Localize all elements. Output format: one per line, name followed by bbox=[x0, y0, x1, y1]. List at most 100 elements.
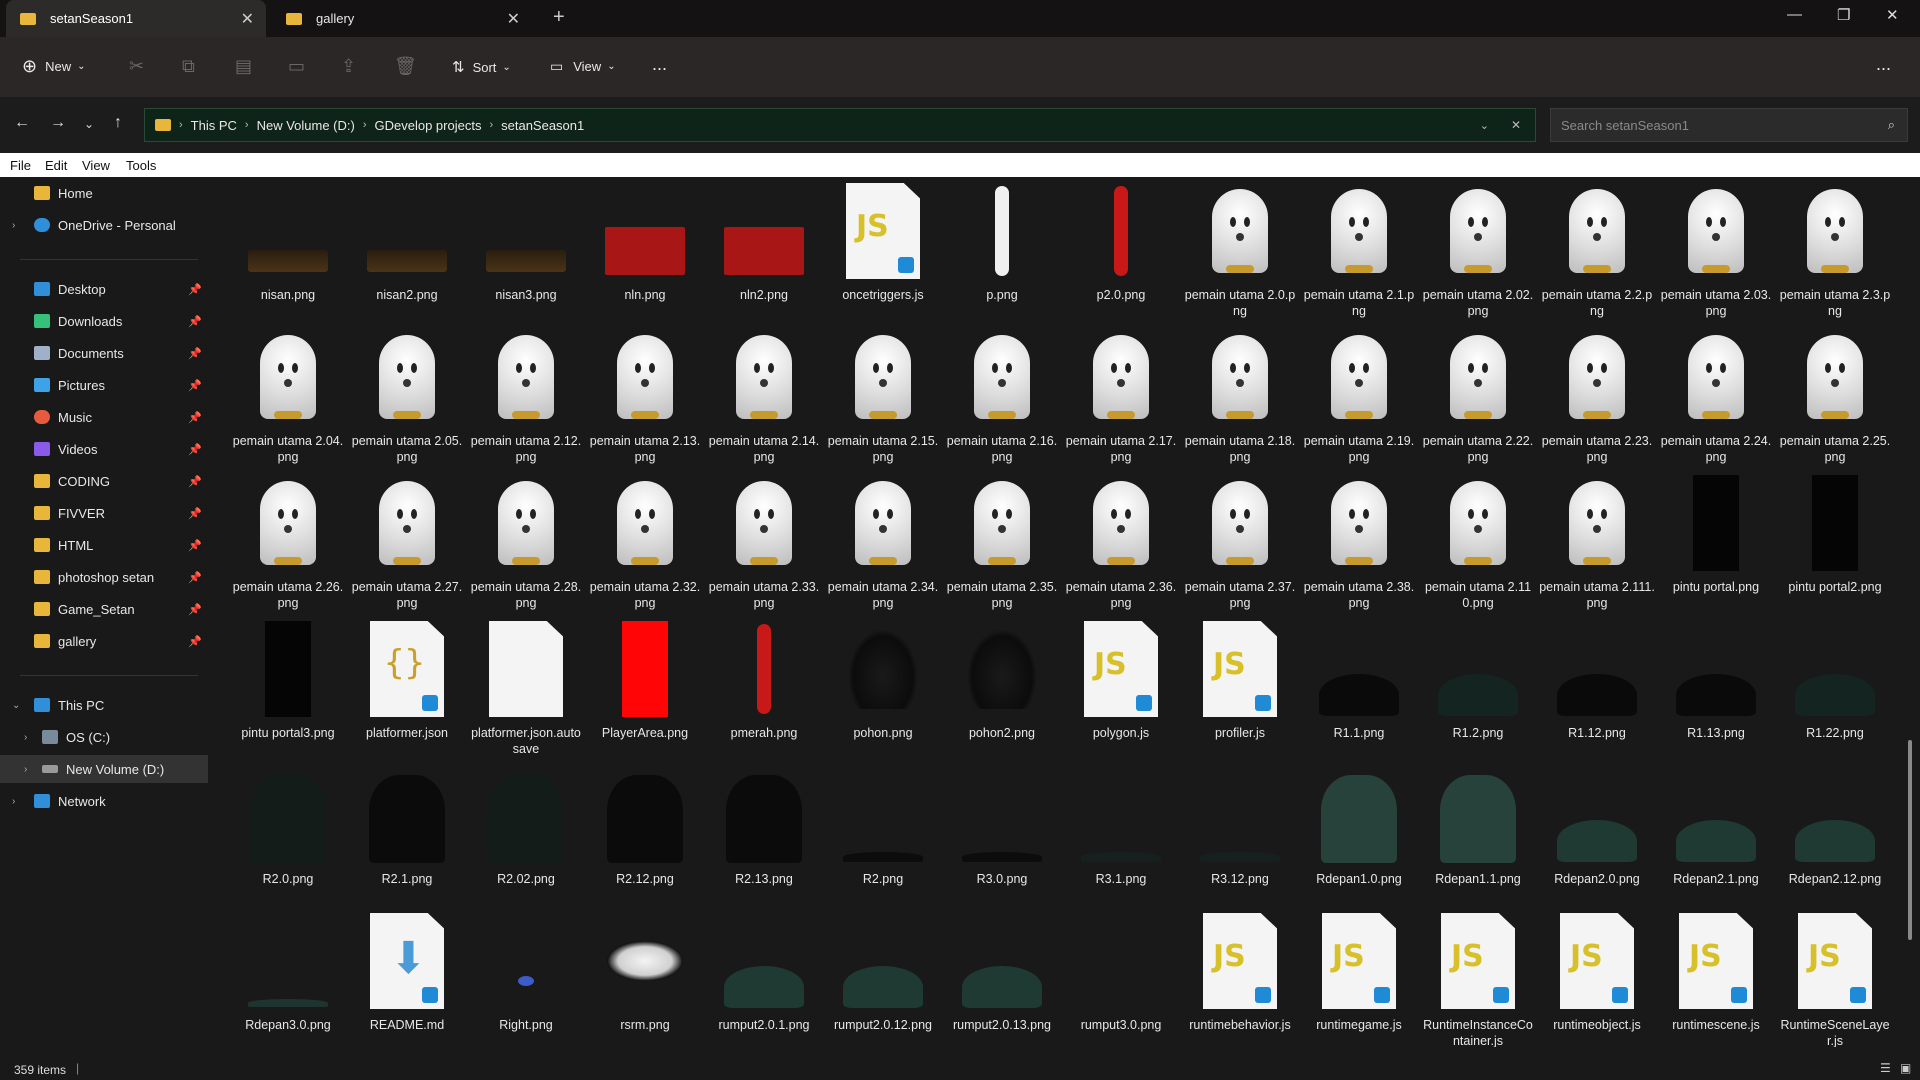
file-item[interactable]: JS runtimebehavior.js bbox=[1182, 911, 1298, 1047]
forward-arrow-icon[interactable]: → bbox=[50, 114, 66, 132]
file-item[interactable]: pemain utama 2.26.png bbox=[230, 473, 346, 615]
clear-address-icon[interactable]: ✕ bbox=[1511, 118, 1521, 132]
pin-icon[interactable]: 📌 bbox=[188, 283, 202, 296]
pin-icon[interactable]: 📌 bbox=[188, 571, 202, 584]
minimize-button[interactable]: — bbox=[1787, 6, 1802, 23]
file-item[interactable]: PlayerArea.png bbox=[587, 619, 703, 761]
file-item[interactable]: JS polygon.js bbox=[1063, 619, 1179, 761]
pin-icon[interactable]: 📌 bbox=[188, 379, 202, 392]
file-item[interactable]: rsrm.png bbox=[587, 911, 703, 1047]
file-item[interactable]: p.png bbox=[944, 181, 1060, 323]
sidebar-item-pictures[interactable]: Pictures 📌 bbox=[0, 371, 208, 399]
sidebar-item-game-setan[interactable]: Game_Setan 📌 bbox=[0, 595, 208, 623]
file-item[interactable]: R1.1.png bbox=[1301, 619, 1417, 761]
more-options-button[interactable]: ... bbox=[652, 54, 667, 75]
sidebar-item-photoshop-setan[interactable]: photoshop setan 📌 bbox=[0, 563, 208, 591]
up-arrow-icon[interactable]: ↑ bbox=[114, 114, 122, 132]
file-item[interactable]: pohon.png bbox=[825, 619, 941, 761]
menu-edit[interactable]: Edit bbox=[45, 158, 67, 173]
file-item[interactable]: pemain utama 2.24.png bbox=[1658, 327, 1774, 469]
file-item[interactable]: pemain utama 2.12.png bbox=[468, 327, 584, 469]
file-item[interactable]: pemain utama 2.32.png bbox=[587, 473, 703, 615]
file-item[interactable]: JS oncetriggers.js bbox=[825, 181, 941, 323]
sidebar-item-desktop[interactable]: Desktop 📌 bbox=[0, 275, 208, 303]
file-item[interactable]: Rdepan3.0.png bbox=[230, 911, 346, 1047]
file-item[interactable]: pemain utama 2.14.png bbox=[706, 327, 822, 469]
file-item[interactable]: Rdepan1.1.png bbox=[1420, 765, 1536, 907]
breadcrumb-new-volume[interactable]: New Volume (D:) bbox=[257, 118, 355, 133]
file-item[interactable]: pemain utama 2.111.png bbox=[1539, 473, 1655, 615]
file-item[interactable]: pintu portal2.png bbox=[1777, 473, 1893, 615]
sidebar-item-documents[interactable]: Documents 📌 bbox=[0, 339, 208, 367]
file-item[interactable]: R3.0.png bbox=[944, 765, 1060, 907]
search-input[interactable]: Search setanSeason1 ⌕ bbox=[1550, 108, 1908, 142]
tab-setanseason1[interactable]: setanSeason1 ✕ bbox=[6, 0, 266, 37]
close-icon[interactable]: ✕ bbox=[241, 9, 254, 29]
menu-file[interactable]: File bbox=[10, 158, 31, 173]
file-item[interactable]: JS runtimegame.js bbox=[1301, 911, 1417, 1047]
details-more-button[interactable]: ... bbox=[1876, 54, 1891, 75]
file-item[interactable]: nln.png bbox=[587, 181, 703, 323]
file-item[interactable]: pemain utama 2.2.png bbox=[1539, 181, 1655, 323]
file-item[interactable]: R2.12.png bbox=[587, 765, 703, 907]
sidebar-item-music[interactable]: Music 📌 bbox=[0, 403, 208, 431]
file-item[interactable]: pemain utama 2.15.png bbox=[825, 327, 941, 469]
chevron-down-icon[interactable]: ⌄ bbox=[1480, 119, 1489, 132]
file-item[interactable]: R2.13.png bbox=[706, 765, 822, 907]
file-item[interactable]: pemain utama 2.05.png bbox=[349, 327, 465, 469]
breadcrumb-this-pc[interactable]: This PC bbox=[191, 118, 237, 133]
file-item[interactable]: pemain utama 2.3.png bbox=[1777, 181, 1893, 323]
file-item[interactable]: pemain utama 2.34.png bbox=[825, 473, 941, 615]
pin-icon[interactable]: 📌 bbox=[188, 411, 202, 424]
file-item[interactable]: nisan.png bbox=[230, 181, 346, 323]
file-item[interactable]: pmerah.png bbox=[706, 619, 822, 761]
pin-icon[interactable]: 📌 bbox=[188, 315, 202, 328]
file-item[interactable]: {} platformer.json bbox=[349, 619, 465, 761]
view-button[interactable]: ▭ View ⌄ bbox=[550, 58, 616, 75]
file-item[interactable]: JS RuntimeSceneLayer.js bbox=[1777, 911, 1893, 1047]
pin-icon[interactable]: 📌 bbox=[188, 539, 202, 552]
breadcrumb-gdevelop[interactable]: GDevelop projects bbox=[375, 118, 482, 133]
pin-icon[interactable]: 📌 bbox=[188, 603, 202, 616]
file-item[interactable]: rumput2.0.12.png bbox=[825, 911, 941, 1047]
file-item[interactable]: JS runtimeobject.js bbox=[1539, 911, 1655, 1047]
sidebar-item-home[interactable]: Home bbox=[0, 179, 208, 207]
tab-gallery[interactable]: gallery ✕ bbox=[272, 0, 532, 37]
file-item[interactable]: pemain utama 2.25.png bbox=[1777, 327, 1893, 469]
large-icons-view-icon[interactable]: ▣ bbox=[1900, 1061, 1911, 1075]
cut-icon[interactable]: ✂ bbox=[129, 56, 144, 77]
file-item[interactable]: nisan3.png bbox=[468, 181, 584, 323]
file-item[interactable]: ⬇ README.md bbox=[349, 911, 465, 1047]
file-item[interactable]: pemain utama 2.0.png bbox=[1182, 181, 1298, 323]
close-window-button[interactable]: ✕ bbox=[1886, 6, 1899, 24]
back-arrow-icon[interactable]: ← bbox=[14, 114, 30, 132]
pin-icon[interactable]: 📌 bbox=[188, 635, 202, 648]
file-item[interactable]: pemain utama 2.03.png bbox=[1658, 181, 1774, 323]
rename-icon[interactable]: ▭ bbox=[288, 56, 305, 77]
file-item[interactable]: rumput2.0.1.png bbox=[706, 911, 822, 1047]
file-item[interactable]: pemain utama 2.110.png bbox=[1420, 473, 1536, 615]
file-item[interactable]: R3.1.png bbox=[1063, 765, 1179, 907]
file-item[interactable]: R2.png bbox=[825, 765, 941, 907]
sidebar-item-os-c[interactable]: OS (C:) bbox=[0, 723, 208, 751]
file-item[interactable]: R2.1.png bbox=[349, 765, 465, 907]
details-view-icon[interactable]: ☰ bbox=[1880, 1061, 1891, 1075]
pin-icon[interactable]: 📌 bbox=[188, 443, 202, 456]
sidebar-item-videos[interactable]: Videos 📌 bbox=[0, 435, 208, 463]
file-item[interactable]: pemain utama 2.13.png bbox=[587, 327, 703, 469]
file-item[interactable]: pemain utama 2.16.png bbox=[944, 327, 1060, 469]
new-tab-button[interactable]: + bbox=[553, 6, 565, 29]
file-item[interactable]: pemain utama 2.37.png bbox=[1182, 473, 1298, 615]
file-item[interactable]: Rdepan2.12.png bbox=[1777, 765, 1893, 907]
file-item[interactable]: nln2.png bbox=[706, 181, 822, 323]
sidebar-item-coding[interactable]: CODING 📌 bbox=[0, 467, 208, 495]
breadcrumb-setanseason1[interactable]: setanSeason1 bbox=[501, 118, 584, 133]
file-item[interactable]: pemain utama 2.22.png bbox=[1420, 327, 1536, 469]
file-item[interactable]: pemain utama 2.23.png bbox=[1539, 327, 1655, 469]
paste-icon[interactable]: ▤ bbox=[235, 56, 252, 77]
sidebar-item-gallery[interactable]: gallery 📌 bbox=[0, 627, 208, 655]
file-item[interactable]: Rdepan1.0.png bbox=[1301, 765, 1417, 907]
file-item[interactable]: pemain utama 2.02.png bbox=[1420, 181, 1536, 323]
sidebar-item-downloads[interactable]: Downloads 📌 bbox=[0, 307, 208, 335]
file-item[interactable]: pemain utama 2.36.png bbox=[1063, 473, 1179, 615]
